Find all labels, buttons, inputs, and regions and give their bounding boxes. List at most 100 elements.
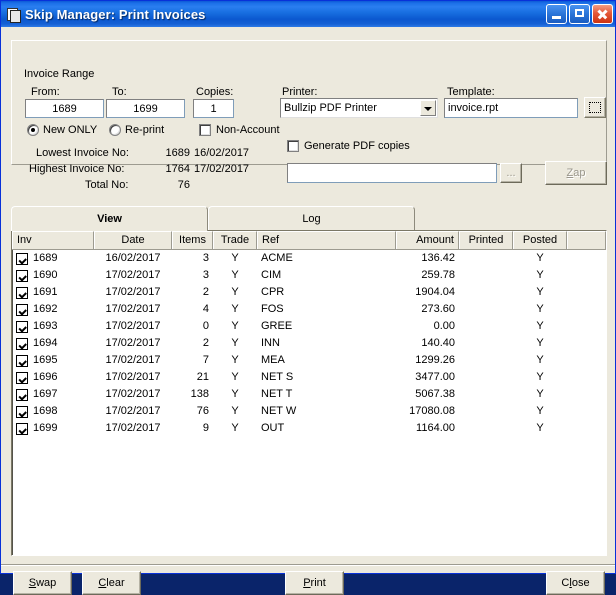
cell-amount: 1904.04 [415,286,455,298]
cell-inv-text: 1698 [33,405,58,417]
new-only-radio[interactable]: New ONLY [27,124,97,136]
invoice-list[interactable]: Inv Date Items Trade Ref Amount Printed … [11,230,607,556]
to-input[interactable] [106,99,185,118]
row-checkbox[interactable] [16,354,28,367]
cell-inv[interactable]: 1697 [12,386,94,403]
maximize-button[interactable] [569,4,590,24]
cell-inv-text: 1693 [33,320,58,332]
template-browse-button[interactable] [584,97,606,118]
table-row[interactable]: 1698 17/02/2017 76 Y NET W 17080.08 Y [12,403,606,420]
cell-inv[interactable]: 1695 [12,352,94,369]
table-row[interactable]: 1691 17/02/2017 2 Y CPR 1904.04 Y [12,284,606,301]
row-checkbox[interactable] [16,252,28,265]
cell-amount: 259.78 [421,269,455,281]
cell-ref: NET S [261,371,294,383]
minimize-button[interactable] [546,4,567,24]
cell-ref: NET W [261,405,297,417]
cell-items: 21 [196,371,209,383]
generate-pdf-checkbox[interactable]: Generate PDF copies [287,140,410,152]
invoice-range-legend: Invoice Range [21,68,98,80]
close-button-label: Close [561,577,590,589]
cell-date: 17/02/2017 [105,320,161,332]
column-header-amount[interactable]: Amount [396,231,459,249]
table-row[interactable]: 1695 17/02/2017 7 Y MEA 1299.26 Y [12,352,606,369]
cell-inv-text: 1694 [33,337,58,349]
row-checkbox[interactable] [16,320,28,333]
new-only-label: New ONLY [43,124,98,136]
cell-ref: GREE [261,320,293,332]
swap-button[interactable]: Swap [13,571,72,595]
cell-inv[interactable]: 1689 [12,250,94,267]
column-header-ref[interactable]: Ref [257,231,396,249]
close-window-button[interactable] [592,4,613,24]
row-checkbox[interactable] [16,286,28,299]
cell-trade: Y [231,320,239,332]
cell-trade: Y [231,252,239,264]
cell-inv[interactable]: 1693 [12,318,94,335]
pdf-path-input[interactable] [287,163,497,183]
cell-inv[interactable]: 1690 [12,267,94,284]
column-header-spacer[interactable] [567,231,606,249]
cell-ref: MEA [261,354,285,366]
printer-combo[interactable]: Bullzip PDF Printer [280,98,438,118]
cell-date: 16/02/2017 [105,252,161,264]
table-row[interactable]: 1694 17/02/2017 2 Y INN 140.40 Y [12,335,606,352]
row-checkbox[interactable] [16,422,28,435]
cell-inv[interactable]: 1699 [12,420,94,437]
cell-amount: 140.40 [421,337,455,349]
table-row[interactable]: 1696 17/02/2017 21 Y NET S 3477.00 Y [12,369,606,386]
column-header-posted[interactable]: Posted [513,231,567,249]
chevron-down-icon[interactable] [420,100,436,116]
row-checkbox[interactable] [16,303,28,316]
cell-items: 2 [202,337,209,349]
reprint-radio[interactable]: Re-print [109,124,164,136]
copies-input[interactable] [193,99,234,118]
table-row[interactable]: 1697 17/02/2017 138 Y NET T 5067.38 Y [12,386,606,403]
zap-button[interactable]: Zap [545,161,607,185]
reprint-radio-dot [109,124,121,136]
cell-inv[interactable]: 1694 [12,335,94,352]
cell-inv[interactable]: 1696 [12,369,94,386]
tab-view[interactable]: View [11,206,208,231]
cell-inv-text: 1689 [33,252,58,264]
tab-log[interactable]: Log [208,206,415,230]
row-checkbox[interactable] [16,371,28,384]
cell-posted: Y [536,303,544,315]
column-header-printed[interactable]: Printed [459,231,513,249]
pdf-path-browse-button[interactable]: ... [500,163,522,183]
cell-trade: Y [231,388,239,400]
from-input[interactable] [25,99,104,118]
cell-inv[interactable]: 1691 [12,284,94,301]
row-checkbox[interactable] [16,269,28,282]
highest-invoice-date: 17/02/2017 [194,163,250,175]
cell-trade: Y [231,354,239,366]
column-header-trade[interactable]: Trade [213,231,257,249]
cell-date: 17/02/2017 [105,303,161,315]
column-header-date[interactable]: Date [94,231,172,249]
print-button[interactable]: Print [285,571,344,595]
table-row[interactable]: 1699 17/02/2017 9 Y OUT 1164.00 Y [12,420,606,437]
table-row[interactable]: 1689 16/02/2017 3 Y ACME 136.42 Y [12,250,606,267]
cell-items: 0 [202,320,209,332]
cell-inv[interactable]: 1692 [12,301,94,318]
cell-amount: 17080.08 [409,405,455,417]
row-checkbox[interactable] [16,337,28,350]
cell-ref: OUT [261,422,285,434]
non-account-checkbox-box [199,124,211,136]
row-checkbox[interactable] [16,388,28,401]
table-row[interactable]: 1690 17/02/2017 3 Y CIM 259.78 Y [12,267,606,284]
column-header-items[interactable]: Items [172,231,213,249]
non-account-checkbox[interactable]: Non-Account [199,124,280,136]
row-checkbox[interactable] [16,405,28,418]
clear-button[interactable]: Clear [82,571,141,595]
clear-button-label: Clear [98,577,125,589]
copies-label: Copies: [196,86,234,98]
invoice-list-header: Inv Date Items Trade Ref Amount Printed … [12,231,606,250]
table-row[interactable]: 1693 17/02/2017 0 Y GREE 0.00 Y [12,318,606,335]
cell-inv[interactable]: 1698 [12,403,94,420]
template-input[interactable] [444,98,578,118]
table-row[interactable]: 1692 17/02/2017 4 Y FOS 273.60 Y [12,301,606,318]
close-button[interactable]: Close [546,571,605,595]
cell-amount: 0.00 [433,320,455,332]
column-header-inv[interactable]: Inv [12,231,94,249]
